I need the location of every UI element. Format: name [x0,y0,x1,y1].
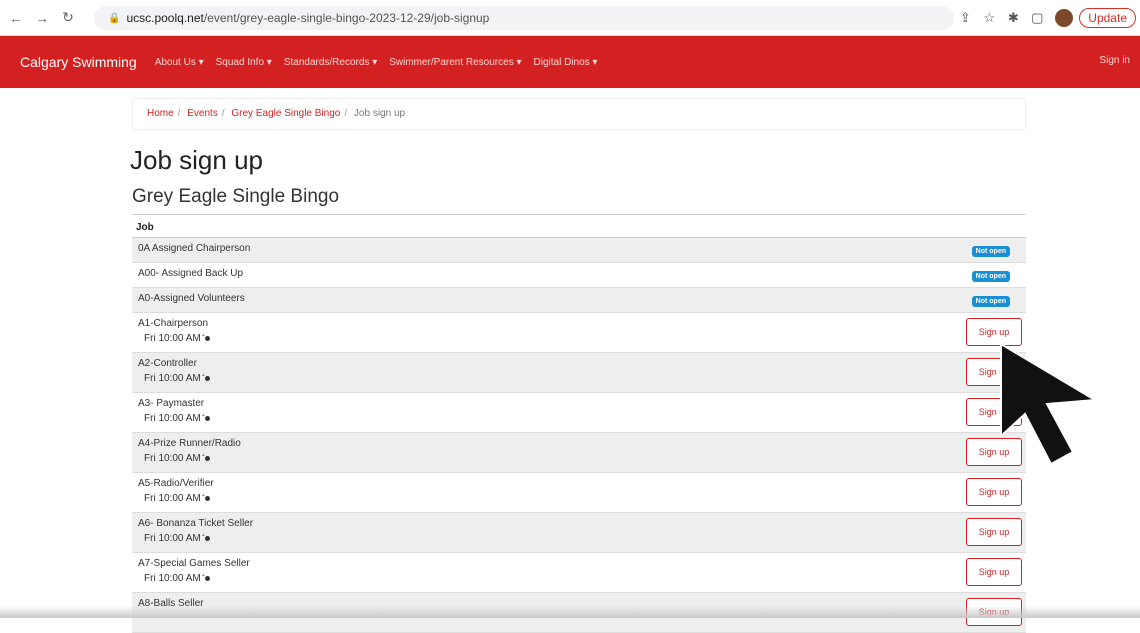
page-title: Job sign up [130,145,263,175]
browser-toolbar: ← → ↻ 🔒 ucsc.poolq.net /event/grey-eagle… [0,0,1140,36]
breadcrumb: Home / Events / Grey Eagle Single Bingo / J… [132,98,1026,130]
job-time: Fri 10:00 AM ꜙ [144,493,1020,504]
job-time: Fri 10:00 AM ꜙ [144,533,1020,544]
site-navbar: Calgary Swimming About Us ▾ Squad Info ▾… [0,36,1140,88]
extensions-icon[interactable]: ✱ [1001,10,1025,26]
job-name: A1-Chairperson [138,318,209,329]
share-icon[interactable]: ⇪ [953,10,977,26]
table-row: A5-Radio/Verifier Fri 10:00 AM ꜙ Sign up [132,473,1026,513]
job-name: A7-Special Games Seller [138,558,250,569]
mouse-cursor-icon [1000,342,1099,466]
status-badge: Not open [971,296,1010,307]
menu-digital-dinos[interactable]: Digital Dinos ▾ [534,57,598,68]
menu-swimmer-parent-resources[interactable]: Swimmer/Parent Resources ▾ [389,57,521,68]
job-time: Fri 10:00 AM ꜙ [144,333,1020,344]
status-badge: Not open [971,271,1010,282]
lock-icon: 🔒 [108,12,121,24]
menu-about-us[interactable]: About Us ▾ [155,57,204,68]
breadcrumb-home[interactable]: Home [147,108,174,119]
url-path: /event/grey-eagle-single-bingo-2023-12-2… [203,11,490,25]
job-name: A6- Bonanza Ticket Seller [138,518,254,529]
star-icon[interactable]: ☆ [977,10,1001,26]
job-name: 0A Assigned Chairperson [138,243,251,254]
address-bar[interactable]: 🔒 ucsc.poolq.net /event/grey-eagle-singl… [94,6,954,30]
forward-icon[interactable]: → [32,8,52,28]
column-header-job: Job [132,214,1026,238]
table-row: A6- Bonanza Ticket Seller Fri 10:00 AM ꜙ… [132,513,1026,553]
status-badge: Not open [971,246,1010,257]
job-name: A3- Paymaster [138,398,205,409]
sign-up-button[interactable]: Sign up [966,518,1022,546]
menu-standards-records[interactable]: Standards/Records ▾ [284,57,377,68]
sign-up-button[interactable]: Sign up [966,478,1022,506]
job-time: Fri 10:00 AM ꜙ [144,453,1020,464]
job-time: Fri 10:00 AM ꜙ [144,373,1020,384]
job-name: A4-Prize Runner/Radio [138,438,241,449]
dot-icon [205,576,211,581]
table-row: A00- Assigned Back Up Not open [132,263,1026,288]
table-row: A3- Paymaster Fri 10:00 AM ꜙ Sign up [132,393,1026,433]
breadcrumb-event[interactable]: Grey Eagle Single Bingo [231,108,340,119]
jobs-table: Job 0A Assigned Chairperson Not open A00… [132,214,1026,633]
breadcrumb-events[interactable]: Events [187,108,218,119]
sign-up-button[interactable]: Sign up [966,558,1022,586]
dot-icon [205,376,211,381]
site-brand[interactable]: Calgary Swimming [20,54,137,70]
table-row: A7-Special Games Seller Fri 10:00 AM ꜙ S… [132,553,1026,593]
toolbar-right: ⇪ ☆ ✱ ▢ Update [953,0,1140,36]
dot-icon [205,456,211,461]
table-row: A2-Controller Fri 10:00 AM ꜙ Sign up [132,353,1026,393]
dot-icon [205,416,211,421]
dot-icon [205,336,211,341]
update-button[interactable]: Update [1079,8,1136,28]
back-icon[interactable]: ← [6,8,26,28]
breadcrumb-current: Job sign up [353,108,406,119]
bottom-shadow [0,606,1140,618]
reload-icon[interactable]: ↻ [58,8,78,28]
job-name: A2-Controller [138,358,197,369]
job-time: Fri 10:00 AM ꜙ [144,573,1020,584]
table-row: A4-Prize Runner/Radio Fri 10:00 AM ꜙ Sig… [132,433,1026,473]
dot-icon [205,536,211,541]
avatar[interactable] [1055,9,1074,27]
job-name: A00- Assigned Back Up [138,268,244,279]
job-time: Fri 10:00 AM ꜙ [144,413,1020,424]
job-name: A5-Radio/Verifier [138,478,214,489]
table-row: 0A Assigned Chairperson Not open [132,238,1026,263]
url-host: ucsc.poolq.net [126,11,204,25]
dot-icon [205,496,211,501]
table-row: A0-Assigned Volunteers Not open [132,288,1026,313]
event-title: Grey Eagle Single Bingo [132,186,340,207]
menu-squad-info[interactable]: Squad Info ▾ [216,57,272,68]
sidepanel-icon[interactable]: ▢ [1025,10,1049,26]
job-name: A0-Assigned Volunteers [138,293,245,304]
sign-in-link[interactable]: Sign in [1099,55,1130,66]
table-row: A1-Chairperson Fri 10:00 AM ꜙ Sign up [132,313,1026,353]
